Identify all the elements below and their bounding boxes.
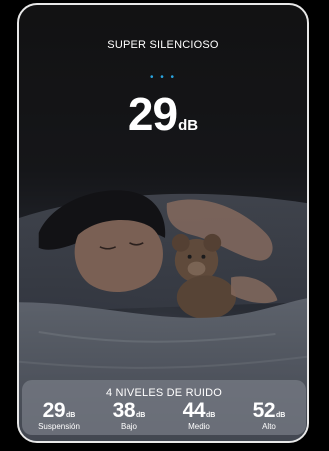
noise-levels-panel: 4 NIVELES DE RUIDO 29dB Suspensión 38dB … — [22, 380, 306, 435]
indicator-dots: • • • — [149, 72, 177, 83]
level-unit: dB — [136, 412, 146, 419]
noise-level-medium: 44dB Medio — [164, 400, 234, 432]
noise-level-sleep: 29dB Suspensión — [24, 400, 94, 432]
panel-title: 4 NIVELES DE RUIDO — [105, 387, 223, 399]
noise-levels-list: 29dB Suspensión 38dB Bajo 44dB Medio 52d… — [22, 400, 306, 434]
level-value: 38 — [112, 399, 136, 422]
current-noise-unit: dB — [178, 117, 199, 134]
level-label: Bajo — [120, 422, 137, 431]
level-value: 44 — [182, 399, 206, 422]
level-label: Suspensión — [38, 422, 80, 431]
level-label: Medio — [188, 422, 210, 431]
level-value: 52 — [252, 399, 276, 422]
noise-level-low: 38dB Bajo — [94, 400, 164, 432]
level-unit: dB — [206, 412, 216, 419]
product-card: SUPER SILENCIOSO • • • 29dB — [17, 3, 309, 443]
current-noise-level: 29dB — [19, 89, 307, 139]
level-value: 29 — [42, 399, 66, 422]
sleeping-child-image — [19, 5, 307, 441]
level-unit: dB — [276, 412, 286, 419]
level-label: Alto — [262, 422, 276, 431]
level-unit: dB — [66, 412, 76, 419]
noise-level-high: 52dB Alto — [234, 400, 304, 432]
headline: SUPER SILENCIOSO — [107, 39, 219, 51]
current-noise-value: 29 — [127, 88, 178, 140]
